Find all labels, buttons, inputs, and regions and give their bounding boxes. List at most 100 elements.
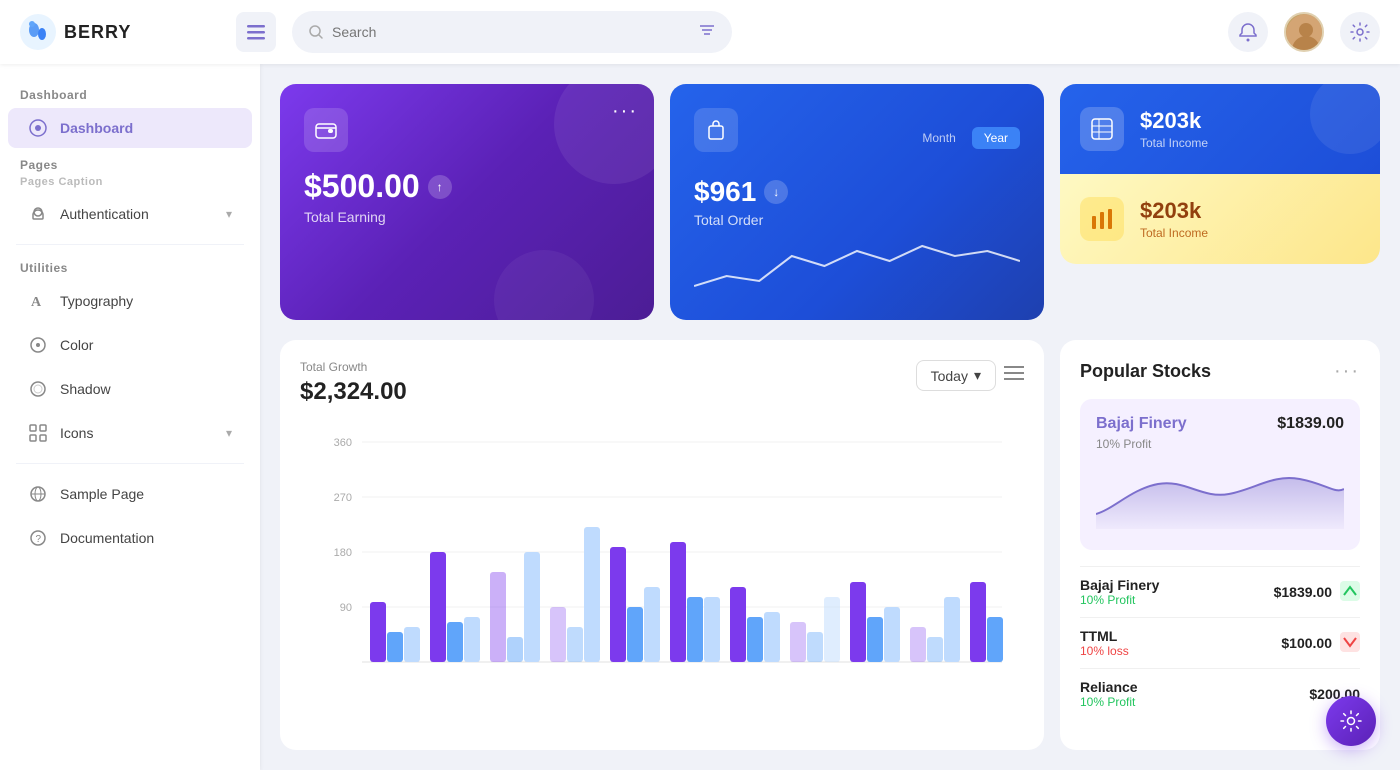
typography-label: Typography — [60, 293, 232, 309]
mini-yellow-label: Total Income — [1140, 226, 1208, 240]
stocks-menu-button[interactable]: ··· — [1334, 360, 1360, 383]
earning-menu-button[interactable]: ··· — [612, 100, 638, 123]
menu-icon — [247, 23, 265, 41]
search-input[interactable] — [332, 24, 690, 40]
color-icon — [28, 335, 48, 355]
logo-icon — [20, 14, 56, 50]
section-dashboard-label: Dashboard — [0, 80, 260, 106]
hamburger-button[interactable] — [236, 12, 276, 52]
user-avatar — [1286, 14, 1324, 52]
settings-button[interactable] — [1340, 12, 1380, 52]
palette-icon — [29, 336, 47, 354]
order-badge: ↓ — [764, 180, 788, 204]
shadow-label: Shadow — [60, 381, 232, 397]
filter-icon — [698, 21, 716, 39]
stock-right-1: $1839.00 — [1274, 581, 1360, 604]
earning-amount: $500.00 ↑ — [304, 168, 630, 205]
stock-name-3: Reliance — [1080, 679, 1138, 695]
stock-row-2: TTML 10% loss $100.00 — [1080, 617, 1360, 668]
order-label: Total Order — [694, 212, 1020, 228]
order-chart — [694, 236, 1020, 296]
stock-price-2: $100.00 — [1281, 635, 1332, 651]
order-icon-box — [694, 108, 738, 152]
stock-row-left-2: TTML 10% loss — [1080, 628, 1129, 658]
earning-label: Total Earning — [304, 209, 630, 225]
bottom-row: Total Growth $2,324.00 Today ▾ — [280, 340, 1380, 750]
notification-button[interactable] — [1228, 12, 1268, 52]
sidebar-item-typography[interactable]: A Typography — [8, 281, 252, 321]
stock-name-2: TTML — [1080, 628, 1129, 644]
stock-profit-3: 10% Profit — [1080, 695, 1138, 709]
sidebar-divider-1 — [16, 244, 244, 245]
wave-chart — [694, 236, 1020, 296]
help-icon: ? — [29, 529, 47, 547]
order-card-top: Month Year — [694, 108, 1020, 168]
avatar[interactable] — [1284, 12, 1324, 52]
chart-icon — [1091, 208, 1113, 230]
sample-page-label: Sample Page — [60, 486, 232, 502]
tab-month[interactable]: Month — [910, 127, 967, 149]
trend-up-icon-1 — [1340, 581, 1360, 601]
icons-label: Icons — [60, 425, 214, 441]
icons-chevron: ▾ — [226, 426, 232, 440]
bar-chart-svg: 360 270 180 90 — [300, 422, 1024, 682]
dashboard-icon — [28, 118, 48, 138]
wallet-icon — [315, 119, 337, 141]
search-bar — [292, 11, 732, 53]
sidebar-item-sample-page[interactable]: Sample Page — [8, 474, 252, 514]
sidebar-item-icons[interactable]: Icons ▾ — [8, 413, 252, 453]
chart-header: Total Growth $2,324.00 Today ▾ — [300, 360, 1024, 406]
tab-year[interactable]: Year — [972, 127, 1020, 149]
earning-icon-box — [304, 108, 348, 152]
auth-icon — [28, 204, 48, 224]
bag-icon — [705, 119, 727, 141]
stocks-panel: Popular Stocks ··· Bajaj Finery $1839.00… — [1060, 340, 1380, 750]
order-amount: $961 — [694, 176, 756, 208]
today-button[interactable]: Today ▾ — [916, 360, 996, 391]
card-earning: ··· $500.00 ↑ Total Earning — [280, 84, 654, 320]
stock-right-2: $100.00 — [1281, 632, 1360, 655]
sidebar-item-documentation[interactable]: ? Documentation — [8, 518, 252, 558]
lock-icon — [29, 205, 47, 223]
chart-card: Total Growth $2,324.00 Today ▾ — [280, 340, 1044, 750]
down-arrow-2 — [1340, 632, 1360, 655]
bar-chart-area: 360 270 180 90 — [300, 422, 1024, 682]
stocks-header: Popular Stocks ··· — [1080, 360, 1360, 383]
auth-label: Authentication — [60, 206, 214, 222]
sidebar-item-authentication[interactable]: Authentication ▾ — [8, 194, 252, 234]
top-cards-row: ··· $500.00 ↑ Total Earning Month Year — [280, 84, 1380, 320]
sparkline-chart — [1096, 459, 1344, 529]
auth-chevron: ▾ — [226, 207, 232, 221]
globe-icon — [29, 485, 47, 503]
grid-icon — [29, 424, 47, 442]
mini-blue-amount: $203k — [1140, 108, 1208, 134]
filter-button[interactable] — [698, 21, 716, 44]
fab-settings-button[interactable] — [1326, 696, 1376, 746]
docs-label: Documentation — [60, 530, 232, 546]
sidebar-item-dashboard[interactable]: Dashboard — [8, 108, 252, 148]
stock-row-left-1: Bajaj Finery 10% Profit — [1080, 577, 1159, 607]
menu-lines-icon — [1004, 365, 1024, 381]
chart-menu-button[interactable] — [1004, 365, 1024, 386]
gear-icon — [1350, 22, 1370, 42]
sidebar-item-shadow[interactable]: Shadow — [8, 369, 252, 409]
svg-text:90: 90 — [340, 602, 352, 614]
layout: Dashboard Dashboard Pages Pages Caption … — [0, 64, 1400, 770]
table-icon — [1091, 118, 1113, 140]
color-label: Color — [60, 337, 232, 353]
right-panel: $203k Total Income $203k Total — [1060, 84, 1380, 320]
sidebar-divider-2 — [16, 463, 244, 464]
stock-loss-2: 10% loss — [1080, 644, 1129, 658]
stock-row-3: Reliance 10% Profit $200.00 — [1080, 668, 1360, 719]
stock-row-1: Bajaj Finery 10% Profit $1839.00 — [1080, 566, 1360, 617]
search-icon — [308, 24, 324, 40]
bell-icon — [1238, 22, 1258, 42]
pages-caption: Pages Caption — [0, 176, 260, 192]
sidebar-item-color[interactable]: Color — [8, 325, 252, 365]
order-tabs: Month Year — [910, 127, 1020, 149]
stock-feat-price: $1839.00 — [1277, 415, 1344, 433]
stock-profit-1: 10% Profit — [1080, 593, 1159, 607]
chart-controls: Today ▾ — [916, 360, 1024, 391]
svg-text:360: 360 — [334, 437, 352, 449]
mini-blue-label: Total Income — [1140, 136, 1208, 150]
